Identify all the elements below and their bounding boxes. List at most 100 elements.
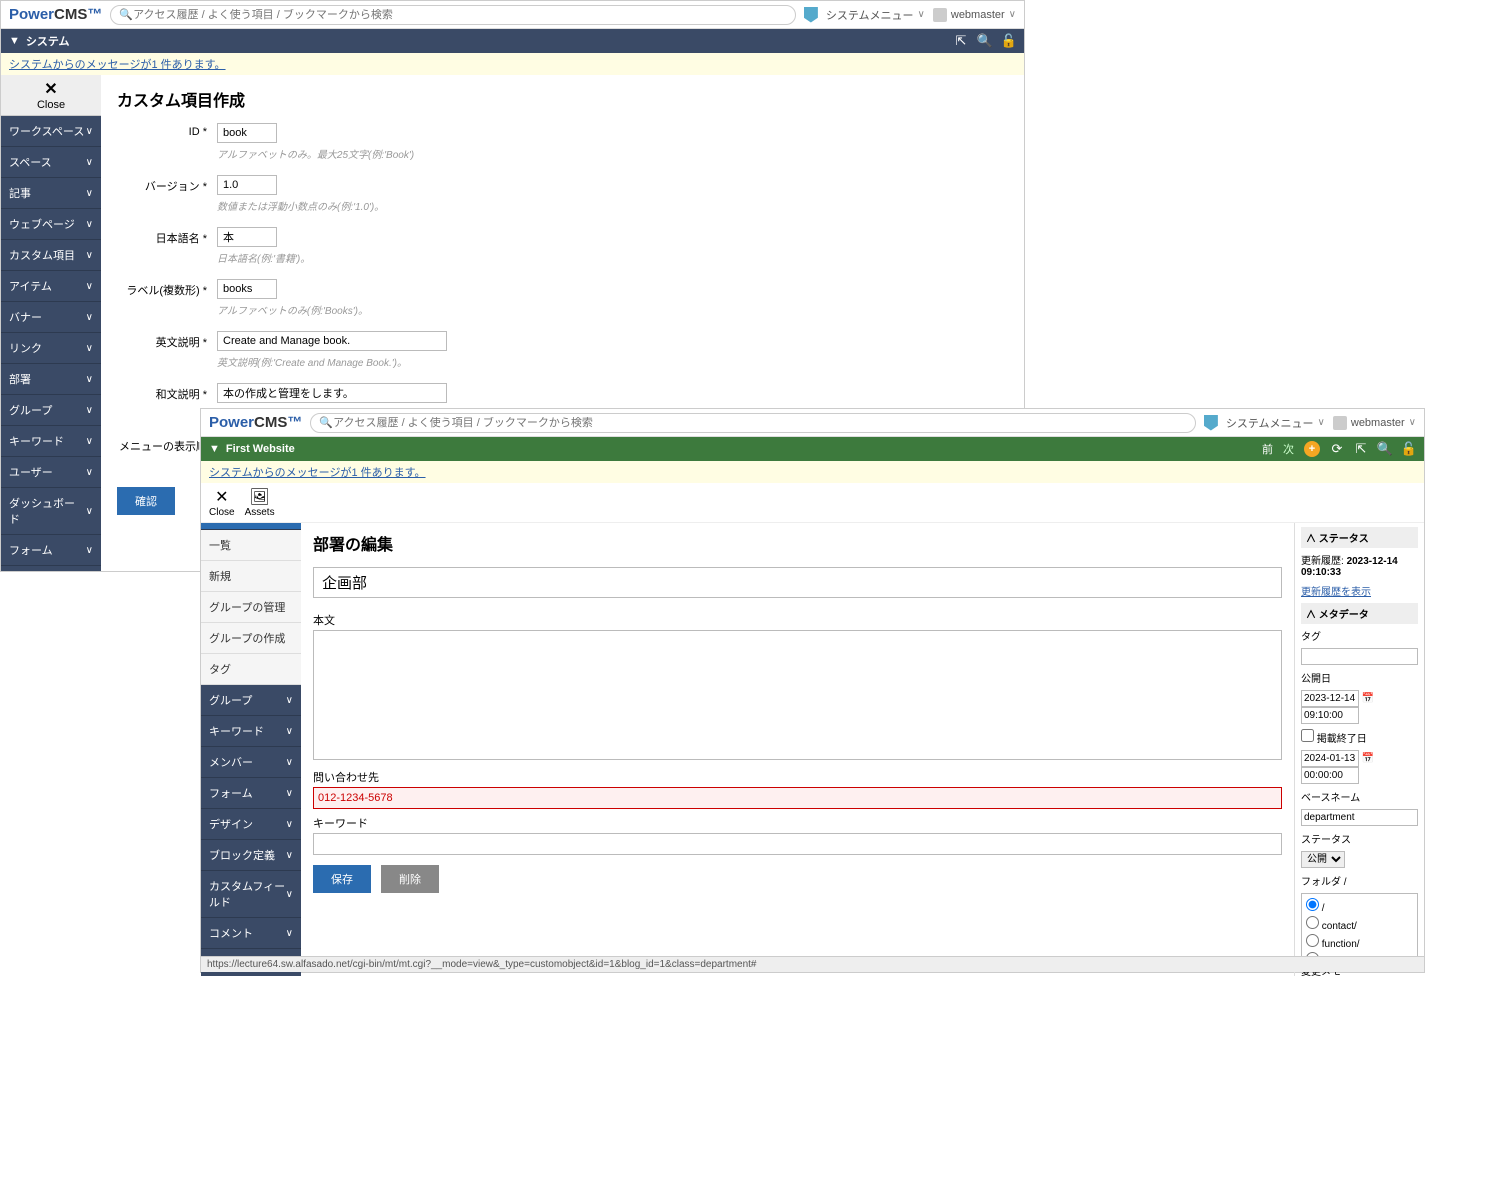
- field-hint: アルファベットのみ。最大25文字(例:'Book'): [217, 146, 1008, 161]
- sidebar-item[interactable]: キーワード∨: [1, 426, 101, 457]
- sidebar-item[interactable]: メンバー∨: [201, 747, 301, 778]
- status-bar: https://lecture64.sw.alfasado.net/cgi-bi…: [201, 956, 1424, 972]
- contact-input[interactable]: [313, 787, 1282, 809]
- folder-list[interactable]: / contact/ function/ product/ productb/: [1301, 893, 1418, 963]
- tag-input[interactable]: [1301, 648, 1418, 665]
- field-label: ID *: [117, 123, 217, 138]
- avatar-icon: [933, 8, 947, 22]
- updated-row: 更新履歴: 2023-12-14 09:10:33: [1301, 552, 1418, 578]
- next-link[interactable]: 次: [1283, 441, 1294, 457]
- search-input[interactable]: [333, 417, 1187, 429]
- chevron-down-icon: ∨: [86, 467, 93, 478]
- sidebar-item[interactable]: アイテム∨: [1, 271, 101, 302]
- search-input[interactable]: [133, 9, 787, 21]
- sidebar-item[interactable]: バナー∨: [1, 302, 101, 333]
- system-menu[interactable]: システムメニュー ∨: [1226, 415, 1325, 431]
- assets-button[interactable]: 🖼Assets: [245, 487, 275, 518]
- sidebar-item[interactable]: カスタム項目∨: [1, 240, 101, 271]
- sidebar-item[interactable]: デザイン∨: [1, 566, 101, 571]
- keyword-input[interactable]: [313, 833, 1282, 855]
- enddate-input[interactable]: [1301, 750, 1359, 767]
- sidebar-item[interactable]: スペース∨: [1, 147, 101, 178]
- field-input-en_desc[interactable]: [217, 331, 447, 351]
- system-menu[interactable]: システムメニュー ∨: [826, 7, 925, 23]
- sidebar-item[interactable]: 新規: [201, 561, 301, 592]
- sidebar-item[interactable]: ユーザー∨: [1, 457, 101, 488]
- sidebar-item[interactable]: フォーム∨: [1, 535, 101, 566]
- chevron-down-icon: ∨: [86, 506, 93, 517]
- sidebar-item[interactable]: タグ: [201, 654, 301, 685]
- pubtime-input[interactable]: [1301, 707, 1359, 724]
- refresh-icon[interactable]: ⟳: [1330, 442, 1344, 456]
- user-menu[interactable]: webmaster ∨: [933, 8, 1016, 22]
- meta-header[interactable]: ∧ メタデータ: [1301, 603, 1418, 624]
- sidebar-item[interactable]: キーワード∨: [201, 716, 301, 747]
- folder-option[interactable]: /: [1305, 897, 1414, 915]
- calendar-icon[interactable]: 📅: [1362, 693, 1374, 704]
- open-icon[interactable]: ⇱: [954, 34, 968, 48]
- sidebar-item[interactable]: グループの管理: [201, 592, 301, 623]
- search-box[interactable]: 🔍: [310, 413, 1196, 433]
- folder-option[interactable]: function/: [1305, 933, 1414, 951]
- chevron-down-icon: ∨: [286, 788, 293, 799]
- sidebar-item[interactable]: 一覧: [201, 530, 301, 561]
- enddate-checkbox[interactable]: [1301, 729, 1314, 742]
- field-hint: 英文説明(例:'Create and Manage Book.')。: [217, 354, 1008, 369]
- calendar-icon[interactable]: 📅: [1362, 753, 1374, 764]
- field-input-japanese[interactable]: [217, 227, 277, 247]
- body-textarea[interactable]: [313, 630, 1282, 760]
- folder-option[interactable]: contact/: [1305, 915, 1414, 933]
- sidebar-item[interactable]: 部署∨: [1, 364, 101, 395]
- sidebar-item[interactable]: グループ∨: [1, 395, 101, 426]
- scope-label: First Website: [226, 443, 295, 455]
- sidebar-item[interactable]: ウェブページ∨: [1, 209, 101, 240]
- sidebar-item[interactable]: カスタムフィールド∨: [201, 871, 301, 918]
- user-menu[interactable]: webmaster ∨: [1333, 416, 1416, 430]
- endtime-input[interactable]: [1301, 767, 1359, 784]
- add-icon[interactable]: +: [1304, 441, 1320, 457]
- sidebar-item[interactable]: グループ∨: [201, 685, 301, 716]
- field-input-plural[interactable]: [217, 279, 277, 299]
- sidebar-item[interactable]: ブロック定義∨: [201, 840, 301, 871]
- sidebar-item[interactable]: コメント∨: [201, 918, 301, 949]
- search-icon[interactable]: 🔍: [1378, 442, 1392, 456]
- confirm-button[interactable]: 確認: [117, 487, 175, 515]
- folder-radio[interactable]: [1306, 898, 1319, 911]
- folder-radio[interactable]: [1306, 934, 1319, 947]
- delete-button[interactable]: 削除: [381, 865, 439, 893]
- field-hint: 日本語名(例:'書籍')。: [217, 250, 1008, 265]
- sidebar-item[interactable]: フォーム∨: [201, 778, 301, 809]
- messages-link[interactable]: システムからのメッセージが1 件あります。: [209, 464, 426, 480]
- lock-icon[interactable]: 🔓: [1402, 442, 1416, 456]
- sidebar-item[interactable]: 記事∨: [1, 178, 101, 209]
- sidebar-item[interactable]: ワークスペース∨: [1, 116, 101, 147]
- close-button[interactable]: ✕Close: [1, 75, 101, 116]
- search-icon: 🔍: [319, 416, 333, 429]
- field-input-ja_desc[interactable]: [217, 383, 447, 403]
- chevron-down-icon: ∨: [1009, 9, 1016, 20]
- open-icon[interactable]: ⇱: [1354, 442, 1368, 456]
- sidebar-item[interactable]: グループの作成: [201, 623, 301, 654]
- field-input-id[interactable]: [217, 123, 277, 143]
- lock-icon[interactable]: 🔓: [1002, 34, 1016, 48]
- search-box[interactable]: 🔍: [110, 5, 796, 25]
- bookmark-icon[interactable]: [804, 7, 818, 23]
- history-link[interactable]: 更新履歴を表示: [1301, 587, 1371, 598]
- sidebar-item[interactable]: リンク∨: [1, 333, 101, 364]
- sidebar-item-active[interactable]: [201, 523, 301, 530]
- search-icon[interactable]: 🔍: [978, 34, 992, 48]
- bookmark-icon[interactable]: [1204, 415, 1218, 431]
- pubdate-input[interactable]: [1301, 690, 1359, 707]
- folder-radio[interactable]: [1306, 916, 1319, 929]
- status-select[interactable]: 公開: [1301, 851, 1345, 868]
- basename-input[interactable]: [1301, 809, 1418, 826]
- title-input[interactable]: [313, 567, 1282, 598]
- sidebar-item[interactable]: ダッシュボード∨: [1, 488, 101, 535]
- close-button[interactable]: ✕Close: [209, 487, 235, 518]
- save-button[interactable]: 保存: [313, 865, 371, 893]
- status-header[interactable]: ∧ ステータス: [1301, 527, 1418, 548]
- sidebar-item[interactable]: デザイン∨: [201, 809, 301, 840]
- field-input-version[interactable]: [217, 175, 277, 195]
- messages-link[interactable]: システムからのメッセージが1 件あります。: [9, 56, 226, 72]
- prev-link[interactable]: 前: [1262, 441, 1273, 457]
